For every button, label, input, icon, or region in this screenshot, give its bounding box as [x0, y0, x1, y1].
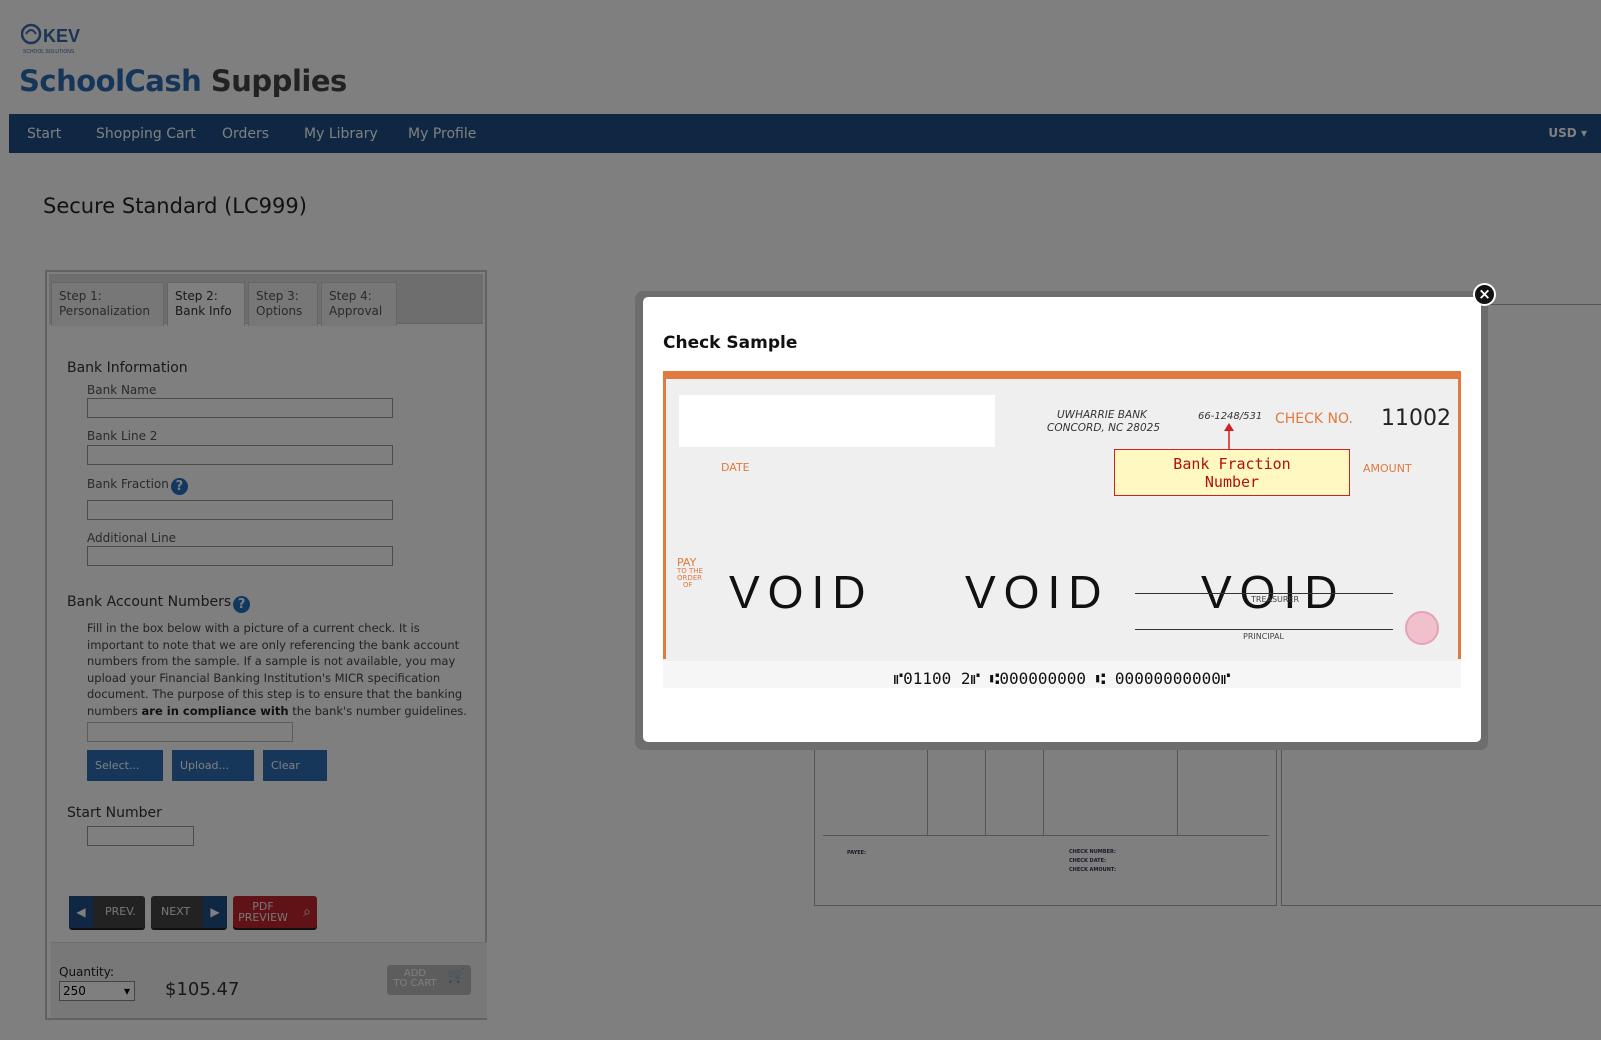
- check-amount-label: AMOUNT: [1363, 462, 1412, 475]
- check-address-box: [679, 395, 995, 447]
- check-border-left: [663, 379, 666, 659]
- check-sample-image: DOCUMENT IS PRINTED ON CHEMICALLY REACTI…: [663, 371, 1461, 688]
- check-border-right: [1458, 379, 1461, 659]
- void-text: VOID: [729, 566, 874, 618]
- check-security-banner: DOCUMENT IS PRINTED ON CHEMICALLY REACTI…: [663, 379, 1461, 380]
- principal-signature-line: [1135, 629, 1393, 630]
- bank-fraction-callout: Bank Fraction Number: [1114, 449, 1350, 496]
- callout-line2: Number: [1204, 473, 1260, 491]
- arrow-up-icon: [1224, 423, 1234, 451]
- check-number: 11002: [1381, 406, 1451, 431]
- principal-label: PRINCIPAL: [1243, 632, 1284, 641]
- treasurer-label: TREASURER: [1251, 595, 1300, 604]
- check-bank-name: UWHARRIE BANK CONCORD, NC 28025: [1047, 409, 1160, 435]
- check-sample-modal: Check Sample DOCUMENT IS PRINTED ON CHEM…: [643, 297, 1481, 742]
- bank-line1: UWHARRIE BANK: [1057, 409, 1147, 421]
- check-fraction: 66-1248/531: [1198, 411, 1263, 422]
- check-micr-line: ⑈01100 2⑈ ⑆000000000 ⑆ 00000000000⑈: [663, 661, 1461, 688]
- pay-small-3: OF: [683, 581, 693, 589]
- treasurer-signature-line: [1135, 593, 1393, 594]
- void-text: VOID: [965, 566, 1110, 618]
- void-text: VOID: [1201, 566, 1346, 618]
- check-date-label: DATE: [721, 461, 750, 474]
- modal-title: Check Sample: [663, 333, 798, 353]
- close-icon[interactable]: ×: [1473, 283, 1496, 306]
- pay-to-order-label: PAY TO THE ORDER OF: [677, 557, 703, 589]
- check-no-label: CHECK NO.: [1275, 411, 1353, 427]
- callout-line1: Bank Fraction: [1173, 455, 1291, 473]
- check-seal-icon: [1405, 611, 1439, 645]
- bank-line2: CONCORD, NC 28025: [1047, 422, 1161, 434]
